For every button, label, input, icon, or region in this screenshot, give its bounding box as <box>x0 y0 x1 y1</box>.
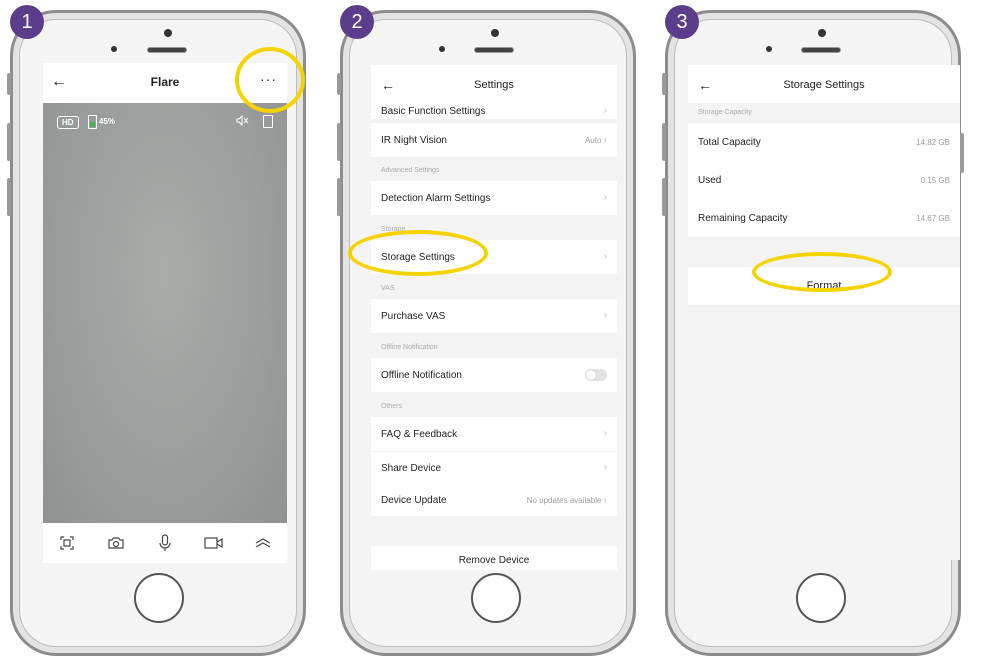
row-label: Device Update <box>381 495 447 506</box>
settings-header: ← Settings <box>371 65 617 104</box>
row-label: Total Capacity <box>698 137 761 148</box>
used-row: Used 0.15 GB <box>688 161 960 199</box>
fullscreen-icon[interactable] <box>263 115 273 128</box>
row-label: Remaining Capacity <box>698 213 788 224</box>
basic-function-settings-row[interactable]: Basic Function Settings › <box>371 103 617 119</box>
faq-feedback-row[interactable]: FAQ & Feedback › <box>371 417 617 451</box>
proximity-sensor <box>439 46 445 52</box>
phone-frame-2: 2 ← Settings Basic Function Settings › I… <box>337 5 636 656</box>
phone-screen-2: ← Settings Basic Function Settings › IR … <box>371 65 617 570</box>
remaining-capacity-value: 14.67 GB <box>916 214 950 223</box>
chevron-right-icon: › <box>603 495 607 506</box>
ir-night-vision-row[interactable]: IR Night Vision Auto › <box>371 123 617 157</box>
section-header: Others <box>371 392 617 417</box>
detection-alarm-settings-row[interactable]: Detection Alarm Settings › <box>371 181 617 215</box>
section-label: Offline Notification <box>381 344 438 351</box>
remove-device-button[interactable]: Remove Device <box>371 546 617 570</box>
section-label: Storage Capacity <box>698 109 752 116</box>
front-camera <box>818 29 826 37</box>
share-device-row[interactable]: Share Device › <box>371 452 617 484</box>
phone-side-button <box>662 178 666 216</box>
storage-header: ← Storage Settings <box>688 65 960 103</box>
used-value: 0.15 GB <box>920 176 950 185</box>
live-video-feed[interactable]: HD 45% <box>43 103 287 523</box>
purchase-vas-row[interactable]: Purchase VAS › <box>371 299 617 333</box>
section-label: Others <box>381 403 403 410</box>
phone-side-button <box>337 73 341 95</box>
row-label: Share Device <box>381 463 442 474</box>
row-value: No updates available › <box>527 495 607 506</box>
highlight-ring <box>348 230 488 276</box>
section-header: Advanced Settings <box>371 157 617 181</box>
proximity-sensor <box>766 46 772 52</box>
mute-speaker-icon[interactable] <box>236 114 249 129</box>
chevron-right-icon: › <box>603 105 607 116</box>
home-button[interactable] <box>796 573 846 623</box>
video-record-icon[interactable] <box>203 532 225 554</box>
step-badge-2: 2 <box>340 5 374 39</box>
total-capacity-value: 14.82 GB <box>916 138 950 147</box>
phone-side-button <box>7 123 11 161</box>
chevron-right-icon: › <box>603 192 607 203</box>
phone-frame-3: 3 ← Storage Settings Storage Capacity To… <box>662 5 964 656</box>
page-title: Storage Settings <box>783 79 865 91</box>
phone-side-button <box>662 123 666 161</box>
section-label: Advanced Settings <box>381 167 440 174</box>
phone-side-button <box>337 123 341 161</box>
earpiece-speaker <box>147 47 187 53</box>
phone-side-button <box>7 178 11 216</box>
front-camera <box>491 29 499 37</box>
row-label: Used <box>698 175 722 186</box>
phone-side-button <box>7 73 11 95</box>
row-label: FAQ & Feedback <box>381 429 458 440</box>
phone-side-button <box>662 73 666 95</box>
chevron-right-icon: › <box>603 135 607 146</box>
ir-value: Auto <box>584 136 602 145</box>
section-header: Storage Capacity <box>688 103 960 123</box>
chevron-right-icon: › <box>603 251 607 262</box>
battery-icon <box>88 115 97 129</box>
section-label: VAS <box>381 285 395 292</box>
microphone-icon[interactable] <box>154 532 176 554</box>
phone-screen-1: ← Flare ··· HD 45% <box>43 63 287 563</box>
offline-notification-row: Offline Notification <box>371 358 617 392</box>
proximity-sensor <box>111 46 117 52</box>
row-label: Detection Alarm Settings <box>381 193 491 204</box>
page-title: Settings <box>474 79 514 91</box>
phone-screen-3: ← Storage Settings Storage Capacity Tota… <box>688 65 960 560</box>
expand-icon[interactable] <box>252 532 274 554</box>
screenshot-icon[interactable] <box>56 532 78 554</box>
earpiece-speaker <box>801 47 841 53</box>
step-badge-1: 1 <box>10 5 44 39</box>
highlight-ring <box>235 47 305 113</box>
row-label: Offline Notification <box>381 370 462 381</box>
battery-percent: 45% <box>99 117 116 126</box>
offline-notification-toggle[interactable] <box>585 369 607 381</box>
chevron-right-icon: › <box>603 310 607 321</box>
earpiece-speaker <box>474 47 514 53</box>
row-value: Auto › <box>585 135 607 146</box>
camera-icon[interactable] <box>105 532 127 554</box>
row-label: Basic Function Settings <box>381 106 486 117</box>
home-button[interactable] <box>134 573 184 623</box>
remove-device-label: Remove Device <box>458 555 530 566</box>
step-badge-3: 3 <box>665 5 699 39</box>
section-header: VAS <box>371 274 617 299</box>
phone-side-button <box>960 133 964 173</box>
section-header: Offline Notification <box>371 333 617 358</box>
hd-quality-badge[interactable]: HD <box>57 116 79 129</box>
chevron-right-icon: › <box>603 428 607 439</box>
device-update-row[interactable]: Device Update No updates available › <box>371 484 617 516</box>
row-label: Purchase VAS <box>381 311 446 322</box>
total-capacity-row: Total Capacity 14.82 GB <box>688 123 960 161</box>
row-label: IR Night Vision <box>381 135 447 146</box>
remaining-capacity-row: Remaining Capacity 14.67 GB <box>688 199 960 237</box>
home-button[interactable] <box>471 573 521 623</box>
phone-side-button <box>337 178 341 216</box>
camera-toolbar <box>43 523 287 563</box>
front-camera <box>164 29 172 37</box>
chevron-right-icon: › <box>603 462 607 473</box>
update-status: No updates available <box>526 496 602 505</box>
highlight-ring <box>752 252 892 292</box>
